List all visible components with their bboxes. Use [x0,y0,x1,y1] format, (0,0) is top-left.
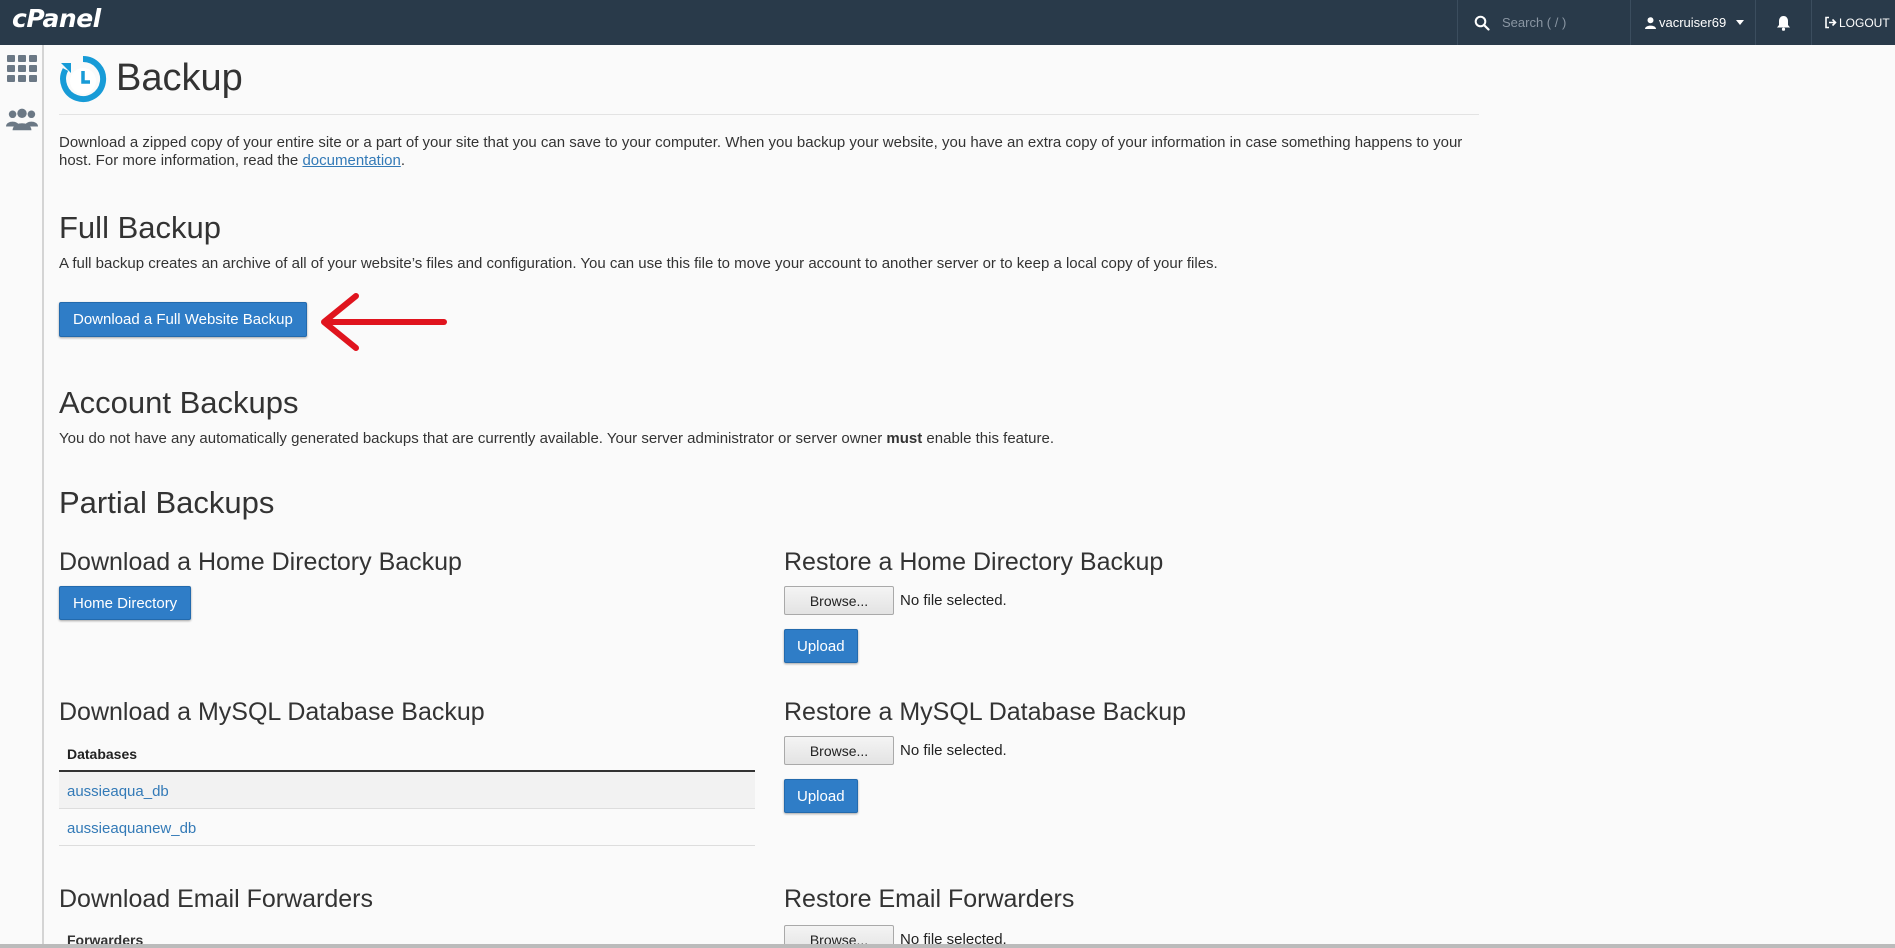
caret-down-icon [1736,19,1745,25]
mysql-restore-heading: Restore a MySQL Database Backup [784,698,1187,726]
logout-label: LOGOUT [1839,15,1890,30]
mysql-restore-file-input[interactable]: Browse... No file selected. [784,736,1007,765]
page-header: Backup [59,45,1479,115]
database-link[interactable]: aussieaquanew_db [67,820,196,837]
users-icon [6,108,38,131]
logout-button[interactable]: LOGOUT [1811,0,1895,45]
documentation-link[interactable]: documentation [302,152,400,169]
mysql-download-heading: Download a MySQL Database Backup [59,698,485,726]
annotation-arrow-icon [321,293,447,351]
cpanel-logo[interactable]: cPanel [12,4,101,33]
user-menu[interactable]: vacruiser69 [1630,0,1755,45]
search-box[interactable] [1457,0,1629,45]
page-title: Backup [116,57,243,99]
search-input[interactable] [1502,15,1622,30]
window-bottom-edge [0,944,1895,948]
main-content: Backup Download a zipped copy of your en… [59,45,1479,948]
email-download-heading: Download Email Forwarders [59,885,374,913]
table-row: aussieaquanew_db [59,809,755,846]
notifications-button[interactable] [1755,0,1811,45]
download-full-backup-button[interactable]: Download a Full Website Backup [59,302,307,337]
home-restore-heading: Restore a Home Directory Backup [784,548,1164,576]
logout-icon [1825,16,1837,29]
databases-table: Databases aussieaqua_db aussieaquanew_db [59,736,755,846]
username: vacruiser69 [1659,15,1727,30]
email-restore-heading: Restore Email Forwarders [784,885,1075,913]
sidebar-item-users[interactable] [6,105,38,133]
home-upload-button[interactable]: Upload [784,629,858,663]
full-backup-description: A full backup creates an archive of all … [59,255,1218,272]
grid-icon [7,55,37,82]
table-row: aussieaqua_db [59,772,755,809]
sidebar [0,45,44,948]
account-backups-heading: Account Backups [59,385,299,420]
home-download-heading: Download a Home Directory Backup [59,548,462,576]
mysql-browse-button[interactable]: Browse... [784,736,894,765]
databases-header: Databases [59,736,755,772]
search-icon [1474,15,1490,31]
mysql-upload-button[interactable]: Upload [784,779,858,813]
database-link[interactable]: aussieaqua_db [67,783,169,800]
full-backup-heading: Full Backup [59,210,221,245]
backup-icon [60,55,107,102]
mysql-file-status: No file selected. [900,742,1007,759]
intro-text: Download a zipped copy of your entire si… [59,134,1463,169]
home-restore-file-input[interactable]: Browse... No file selected. [784,586,1007,615]
sidebar-item-tools[interactable] [6,55,38,83]
home-directory-button[interactable]: Home Directory [59,586,192,620]
bell-icon [1777,15,1790,31]
account-backups-description: You do not have any automatically genera… [59,430,1055,447]
top-navbar: cPanel vacruiser69 LOGOUT [0,0,1895,45]
home-browse-button[interactable]: Browse... [784,586,894,615]
home-file-status: No file selected. [900,592,1007,609]
user-icon [1645,16,1656,29]
partial-backups-heading: Partial Backups [59,485,275,520]
